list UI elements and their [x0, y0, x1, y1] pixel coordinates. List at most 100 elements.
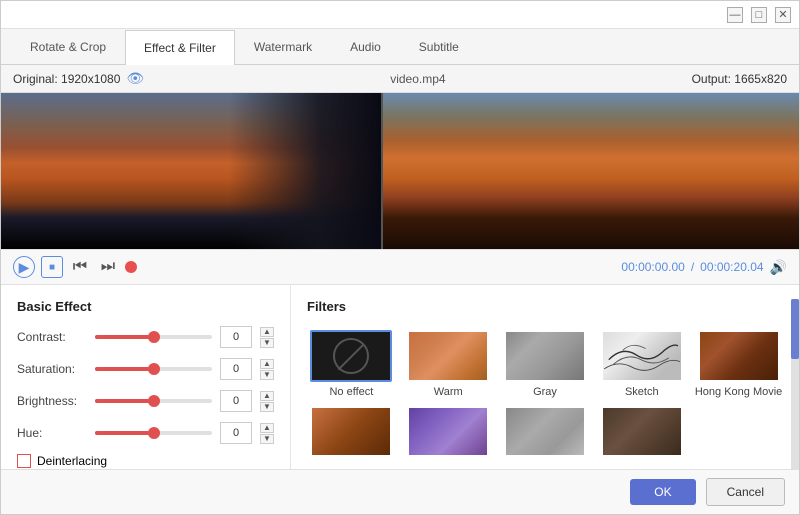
- maximize-button[interactable]: □: [751, 7, 767, 23]
- filter-thumb-row2d: [601, 406, 683, 455]
- hue-down[interactable]: ▼: [260, 434, 274, 444]
- output-label: Output: 1665x820: [692, 72, 787, 86]
- brightness-down[interactable]: ▼: [260, 402, 274, 412]
- cancel-button[interactable]: Cancel: [706, 478, 785, 506]
- filter-label-sketch: Sketch: [625, 386, 659, 398]
- filter-thumb-gray: [504, 330, 586, 382]
- contrast-arrows: ▲ ▼: [260, 327, 274, 348]
- play-button[interactable]: ▶: [13, 256, 35, 278]
- filter-item-row2d[interactable]: [597, 406, 686, 455]
- filters-scrollbar[interactable]: [791, 299, 799, 469]
- close-button[interactable]: ✕: [775, 7, 791, 23]
- saturation-up[interactable]: ▲: [260, 359, 274, 369]
- next-button[interactable]: ⏭: [97, 256, 119, 278]
- time-display: 00:00:00.00 / 00:00:20.04 🔊: [621, 259, 787, 276]
- time-current: 00:00:00.00: [621, 260, 684, 274]
- contrast-label: Contrast:: [17, 330, 87, 344]
- filter-thumb-hk: [698, 330, 780, 382]
- filter-thumb-sketch: [601, 330, 683, 382]
- tab-rotate-crop[interactable]: Rotate & Crop: [11, 29, 125, 64]
- window-controls: — □ ✕: [727, 7, 791, 23]
- brightness-arrows: ▲ ▼: [260, 391, 274, 412]
- filter-item-row2a[interactable]: [307, 406, 396, 455]
- deinterlace-row: Deinterlacing: [17, 454, 274, 468]
- hue-value: 0: [220, 422, 252, 444]
- contrast-thumb[interactable]: [148, 331, 160, 343]
- filters-title: Filters: [307, 299, 783, 314]
- saturation-value: 0: [220, 358, 252, 380]
- filter-item-row2c[interactable]: [501, 406, 590, 455]
- video-frame-right: [383, 93, 799, 249]
- hue-slider[interactable]: [95, 431, 212, 435]
- preview-area: Original: 1920x1080 👁 video.mp4 Output: …: [1, 65, 799, 285]
- time-sep: /: [691, 260, 694, 274]
- filter-item-gray[interactable]: Gray: [501, 330, 590, 398]
- time-total: 00:00:20.04: [700, 260, 763, 274]
- sketch-bg: [603, 332, 681, 380]
- stop-button[interactable]: ■: [41, 256, 63, 278]
- brightness-fill: [95, 399, 154, 403]
- volume-icon[interactable]: 🔊: [770, 259, 787, 276]
- video-preview-right: [383, 93, 799, 249]
- preview-videos: [1, 93, 799, 249]
- contrast-up[interactable]: ▲: [260, 327, 274, 337]
- hue-up[interactable]: ▲: [260, 423, 274, 433]
- deinterlace-checkbox[interactable]: [17, 454, 31, 468]
- filter-item-sketch[interactable]: Sketch: [597, 330, 686, 398]
- video-preview-left: [1, 93, 381, 249]
- brightness-value: 0: [220, 390, 252, 412]
- filters-panel: Filters No effect Warm: [291, 285, 799, 469]
- playback-controls-bar: ▶ ■ ⏮ ⏭ 00:00:00.00 / 00:00:20.04 🔊: [1, 249, 799, 285]
- filter-item-row2b[interactable]: [404, 406, 493, 455]
- prev-button[interactable]: ⏮: [69, 256, 91, 278]
- tab-effect-filter[interactable]: Effect & Filter: [125, 30, 235, 65]
- brightness-slider[interactable]: [95, 399, 212, 403]
- filter-thumb-no-effect: [310, 330, 392, 382]
- brightness-up[interactable]: ▲: [260, 391, 274, 401]
- row2d-bg: [603, 408, 681, 455]
- basic-effect-panel: Basic Effect Contrast: 0 ▲ ▼ Saturation:: [1, 285, 291, 469]
- basic-effect-title: Basic Effect: [17, 299, 274, 314]
- hue-fill: [95, 431, 154, 435]
- warm-bg: [409, 332, 487, 380]
- filter-item-no-effect[interactable]: No effect: [307, 330, 396, 398]
- tab-watermark[interactable]: Watermark: [235, 29, 331, 64]
- brightness-thumb[interactable]: [148, 395, 160, 407]
- filename-display: video.mp4: [144, 72, 691, 86]
- filter-thumb-warm: [407, 330, 489, 382]
- saturation-down[interactable]: ▼: [260, 370, 274, 380]
- contrast-fill: [95, 335, 154, 339]
- tab-subtitle[interactable]: Subtitle: [400, 29, 478, 64]
- row2c-bg: [506, 408, 584, 455]
- saturation-slider[interactable]: [95, 367, 212, 371]
- filter-label-no-effect: No effect: [329, 386, 373, 398]
- filters-grid: No effect Warm Gray: [307, 330, 783, 455]
- hue-label: Hue:: [17, 426, 87, 440]
- filters-scrollbar-thumb[interactable]: [791, 299, 799, 359]
- hue-thumb[interactable]: [148, 427, 160, 439]
- saturation-row: Saturation: 0 ▲ ▼: [17, 358, 274, 380]
- hue-arrows: ▲ ▼: [260, 423, 274, 444]
- filter-label-warm: Warm: [434, 386, 463, 398]
- saturation-arrows: ▲ ▼: [260, 359, 274, 380]
- contrast-down[interactable]: ▼: [260, 338, 274, 348]
- deinterlace-label: Deinterlacing: [37, 454, 107, 468]
- filter-thumb-row2c: [504, 406, 586, 455]
- minimize-button[interactable]: —: [727, 7, 743, 23]
- filter-item-hk[interactable]: Hong Kong Movie: [694, 330, 783, 398]
- contrast-slider[interactable]: [95, 335, 212, 339]
- filter-label-gray: Gray: [533, 386, 557, 398]
- row2a-bg: [312, 408, 390, 455]
- saturation-thumb[interactable]: [148, 363, 160, 375]
- filter-item-warm[interactable]: Warm: [404, 330, 493, 398]
- filter-thumb-row2b: [407, 406, 489, 455]
- no-effect-bg: [312, 332, 390, 380]
- record-button[interactable]: [125, 261, 137, 273]
- contrast-value: 0: [220, 326, 252, 348]
- eye-icon[interactable]: 👁: [126, 70, 144, 87]
- ok-button[interactable]: OK: [630, 479, 695, 505]
- brightness-row: Brightness: 0 ▲ ▼: [17, 390, 274, 412]
- video-frame-left: [1, 93, 381, 249]
- dark-overlay: [229, 93, 381, 249]
- tab-audio[interactable]: Audio: [331, 29, 400, 64]
